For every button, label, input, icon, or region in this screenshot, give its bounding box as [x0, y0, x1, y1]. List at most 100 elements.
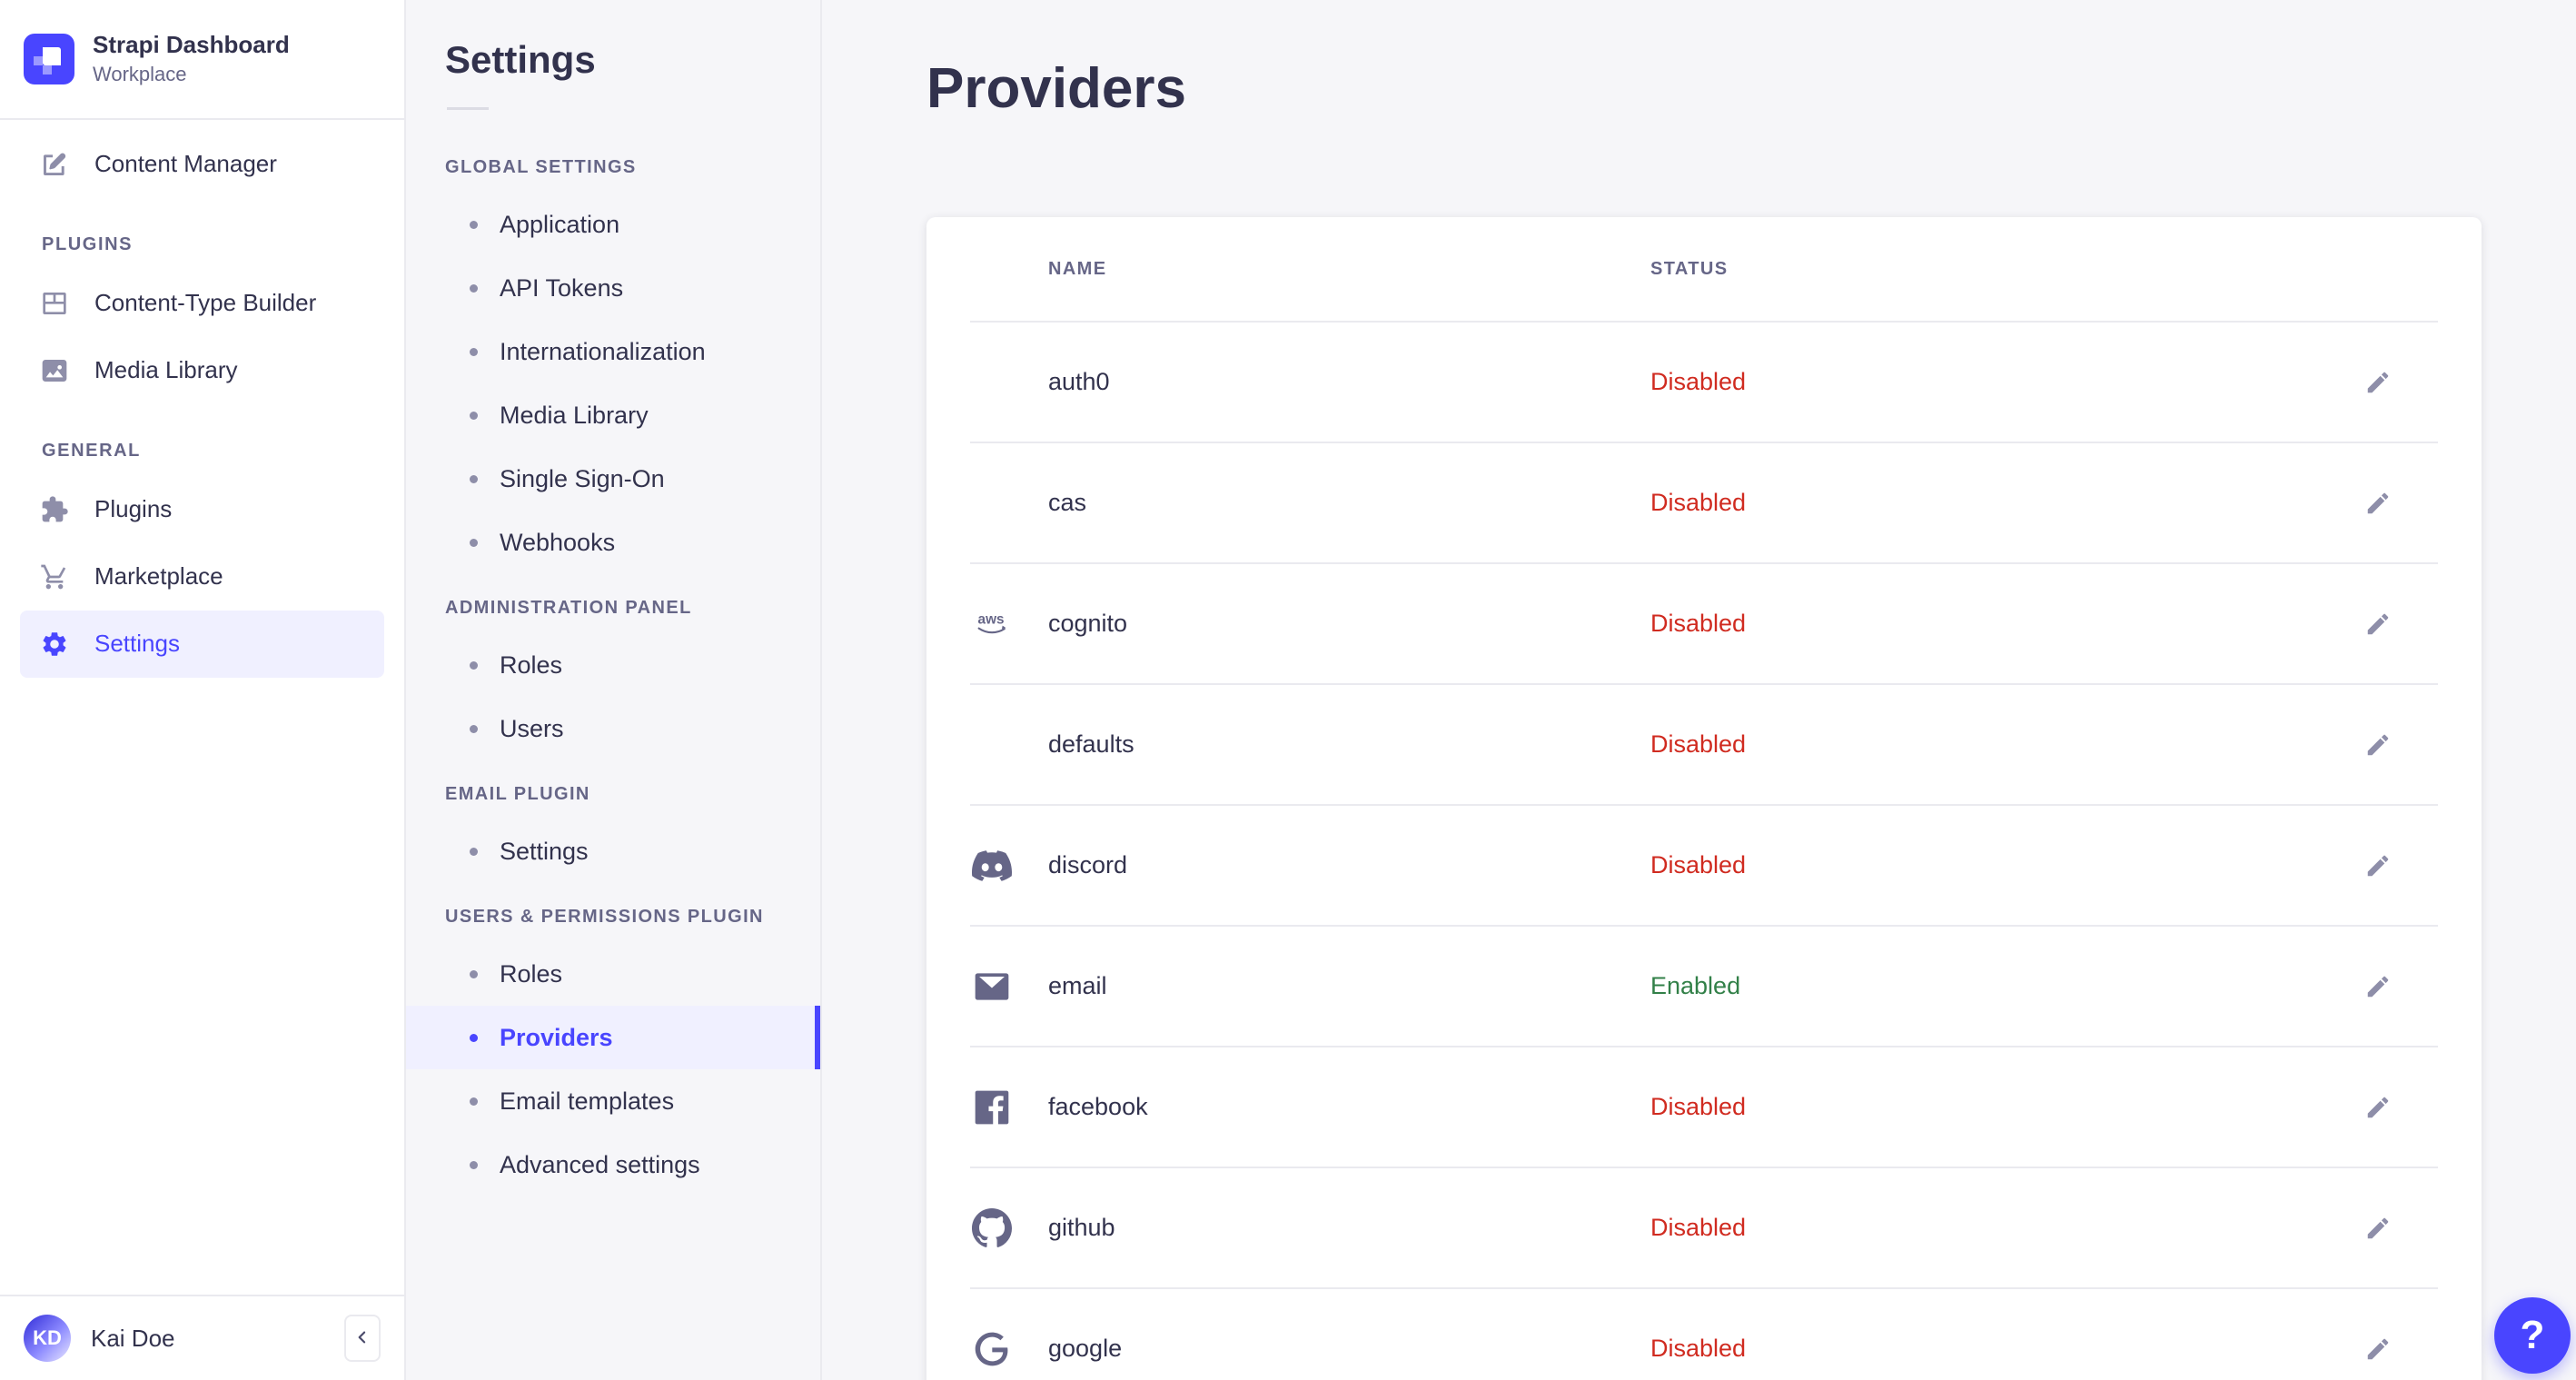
- sidebar-item-media-library[interactable]: Media Library: [20, 337, 384, 404]
- bullet-icon: [470, 347, 478, 356]
- provider-status: Disabled: [1650, 851, 1747, 879]
- subnav-divider: [447, 107, 489, 110]
- edit-button[interactable]: [2356, 482, 2400, 525]
- provider-name: cas: [1048, 489, 1087, 516]
- subnav-group-label: USERS & PERMISSIONS PLUGIN: [445, 907, 764, 927]
- bullet-icon: [470, 411, 478, 420]
- avatar[interactable]: KD: [24, 1315, 71, 1362]
- subnav-group-items: Application API Tokens Internationalizat…: [406, 193, 820, 574]
- bullet-icon: [470, 969, 478, 978]
- help-button[interactable]: ?: [2494, 1297, 2571, 1374]
- subnav-item-label: Internationalization: [500, 337, 706, 365]
- subnav-item-users[interactable]: Users: [406, 697, 820, 760]
- sidebar-item-marketplace[interactable]: Marketplace: [20, 543, 384, 611]
- sidebar-section-plugins: PLUGINS: [42, 233, 134, 254]
- subnav-group-items: Roles Providers Email templates Advanced…: [406, 942, 820, 1196]
- subnav-item-application[interactable]: Application: [406, 193, 820, 256]
- provider-name: github: [1048, 1214, 1115, 1241]
- subnav-item-label: Advanced settings: [500, 1150, 700, 1178]
- subnav-item-roles[interactable]: Roles: [406, 942, 820, 1006]
- provider-status: Disabled: [1650, 730, 1747, 758]
- bullet-icon: [470, 660, 478, 670]
- user-name: Kai Doe: [91, 1324, 175, 1352]
- sidebar-item-plugins[interactable]: Plugins: [20, 476, 384, 543]
- provider-icon: [970, 361, 1014, 404]
- edit-button[interactable]: [2356, 361, 2400, 404]
- subnav-item-webhooks[interactable]: Webhooks: [406, 511, 820, 574]
- edit-button[interactable]: [2356, 965, 2400, 1008]
- edit-button[interactable]: [2356, 1327, 2400, 1371]
- subnav-item-single-sign-on[interactable]: Single Sign-On: [406, 447, 820, 511]
- table-row: facebook Disabled: [970, 1047, 2438, 1168]
- main-sidebar: Strapi Dashboard Workplace Content Manag…: [0, 0, 406, 1380]
- table-body: auth0 Disabled cas Disabled aws cognito …: [926, 323, 2482, 1380]
- provider-name: cognito: [1048, 610, 1128, 637]
- sidebar-section-general: GENERAL: [42, 440, 141, 461]
- subnav-item-media-library[interactable]: Media Library: [406, 383, 820, 447]
- subnav-item-label: Media Library: [500, 401, 649, 429]
- subnav-item-settings[interactable]: Settings: [406, 819, 820, 883]
- subnav-item-label: Webhooks: [500, 528, 616, 556]
- page-title: Providers: [926, 57, 1187, 120]
- subnav-group-items: Roles Users: [406, 633, 820, 760]
- provider-name: discord: [1048, 851, 1128, 879]
- subnav-item-roles[interactable]: Roles: [406, 633, 820, 697]
- sidebar-item-content-type-builder[interactable]: Content-Type Builder: [20, 270, 384, 337]
- subnav-item-label: Settings: [500, 837, 589, 865]
- subnav-item-email-templates[interactable]: Email templates: [406, 1069, 820, 1133]
- subnav-item-providers[interactable]: Providers: [406, 1006, 820, 1069]
- subnav-item-label: Single Sign-On: [500, 464, 665, 492]
- sidebar-item-content-manager[interactable]: Content Manager: [20, 131, 384, 198]
- email-icon: [970, 965, 1014, 1008]
- content-manager-icon: [40, 150, 69, 179]
- provider-status: Disabled: [1650, 610, 1747, 637]
- subnav-item-label: Roles: [500, 650, 563, 679]
- bullet-icon: [470, 1033, 478, 1042]
- subnav-item-label: Application: [500, 210, 620, 238]
- subnav-group-items: Settings: [406, 819, 820, 883]
- subnav-item-api-tokens[interactable]: API Tokens: [406, 256, 820, 320]
- sidebar-item-settings[interactable]: Settings: [20, 610, 384, 678]
- subnav-item-internationalization[interactable]: Internationalization: [406, 320, 820, 383]
- provider-icon: [970, 482, 1014, 525]
- subnav-groups: GLOBAL SETTINGS Application API Tokens I…: [406, 134, 820, 1196]
- edit-button[interactable]: [2356, 1086, 2400, 1129]
- provider-icon: [970, 723, 1014, 767]
- column-header-name: NAME: [1048, 258, 1107, 279]
- provider-status: Disabled: [1650, 1093, 1747, 1120]
- subnav-title: Settings: [445, 38, 596, 81]
- subnav-group: ADMINISTRATION PANEL Roles Users: [406, 574, 820, 760]
- sidebar-item-label: Plugins: [94, 495, 173, 523]
- provider-name: email: [1048, 972, 1107, 999]
- strapi-logo-icon: [24, 33, 74, 84]
- subnav-item-advanced-settings[interactable]: Advanced settings: [406, 1133, 820, 1196]
- table-row: auth0 Disabled: [970, 323, 2438, 443]
- table-row: github Disabled: [970, 1168, 2438, 1289]
- sidebar-item-label: Settings: [94, 630, 180, 658]
- sidebar-footer: KD Kai Doe: [0, 1295, 404, 1380]
- edit-button[interactable]: [2356, 602, 2400, 646]
- edit-button[interactable]: [2356, 844, 2400, 888]
- edit-button[interactable]: [2356, 1206, 2400, 1250]
- subnav-item-label: Roles: [500, 959, 563, 988]
- content-type-builder-icon: [40, 289, 69, 318]
- facebook-icon: [970, 1086, 1014, 1129]
- bullet-icon: [470, 474, 478, 483]
- edit-button[interactable]: [2356, 723, 2400, 767]
- sidebar-nav: Content Manager PLUGINS Content-Type Bui…: [0, 120, 404, 1295]
- gear-icon: [40, 630, 69, 659]
- subnav-item-label: Users: [500, 714, 564, 742]
- sidebar-item-label: Content-Type Builder: [94, 289, 317, 317]
- providers-table-card: NAME STATUS auth0 Disabled cas Disabled …: [926, 217, 2482, 1380]
- settings-subnav: Settings GLOBAL SETTINGS Application API…: [406, 0, 822, 1380]
- bullet-icon: [470, 220, 478, 229]
- brand-title: Strapi Dashboard: [93, 31, 290, 58]
- provider-status: Disabled: [1650, 1335, 1747, 1362]
- bullet-icon: [470, 283, 478, 293]
- table-row: email Enabled: [970, 927, 2438, 1047]
- collapse-sidebar-button[interactable]: [344, 1315, 381, 1362]
- table-header: NAME STATUS: [970, 217, 2438, 323]
- provider-status: Enabled: [1650, 972, 1741, 999]
- table-row: discord Disabled: [970, 806, 2438, 927]
- aws-icon: aws: [970, 602, 1014, 646]
